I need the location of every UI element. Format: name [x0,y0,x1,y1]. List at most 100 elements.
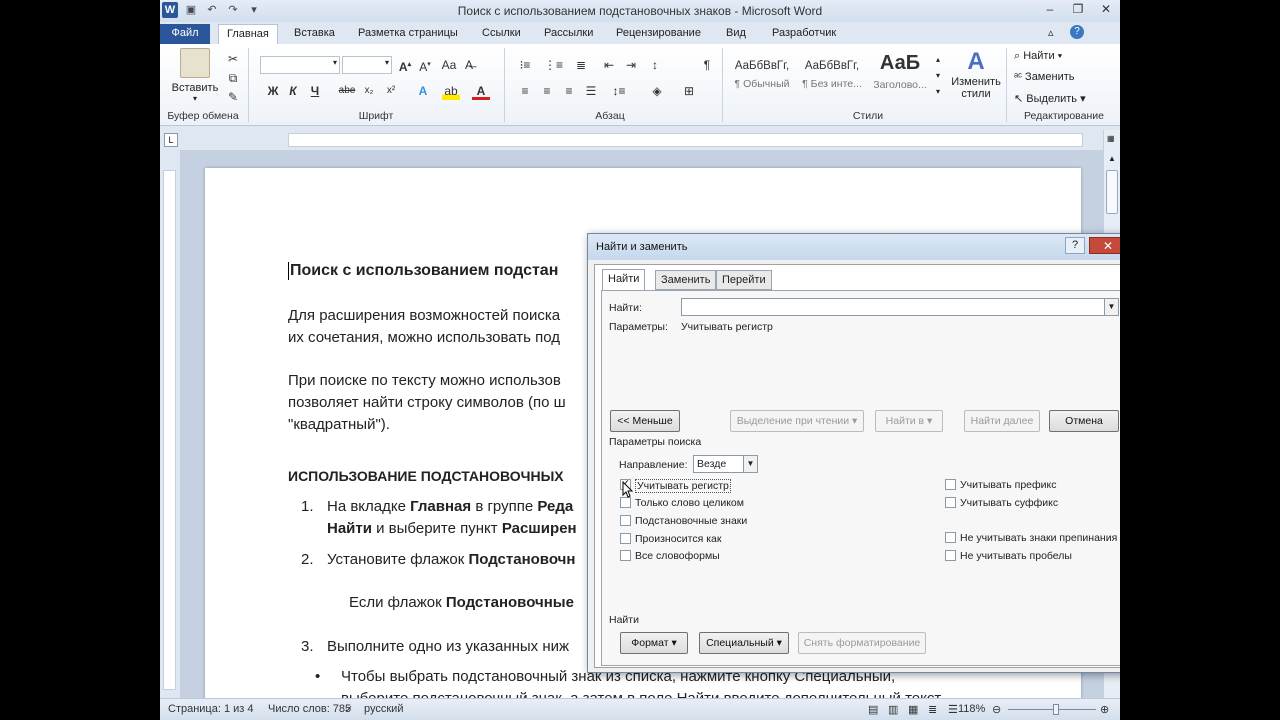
ignore-punctuation-checkbox[interactable] [945,532,956,543]
zoom-slider[interactable] [1008,709,1096,710]
less-button[interactable]: << Меньше [610,410,680,432]
word-count[interactable]: Число слов: 785 [268,703,351,715]
format-button[interactable]: Формат ▾ [620,632,688,654]
change-styles-button[interactable]: A Изменить стили [948,48,1004,100]
format-painter-icon[interactable]: ✎ [224,88,242,106]
highlight-color-icon[interactable]: ab [442,82,460,100]
font-color-icon[interactable]: A [472,82,490,100]
sounds-like-label[interactable]: Произносится как [635,533,721,545]
all-word-forms-checkbox[interactable] [620,550,631,561]
view-draft-icon[interactable]: ☰ [948,703,958,716]
underline-icon[interactable]: Ч [306,82,324,100]
shrink-font-icon[interactable]: A▾ [416,56,434,74]
horizontal-ruler[interactable]: L [160,130,1103,150]
minimize-ribbon-icon[interactable]: ▵ [1048,26,1054,39]
align-right-icon[interactable]: ≡ [560,82,578,100]
view-print-layout-icon[interactable]: ▤ [868,703,878,716]
bold-icon[interactable]: Ж [264,82,282,100]
tab-page-layout[interactable]: Разметка страницы [350,24,466,44]
dialog-tab-goto[interactable]: Перейти [716,270,772,290]
paste-button[interactable]: Вставить ▾ [170,48,220,103]
tab-file[interactable]: Файл [160,24,210,44]
special-button[interactable]: Специальный ▾ [699,632,789,654]
increase-indent-icon[interactable]: ⇥ [622,56,640,74]
zoom-slider-thumb[interactable] [1053,704,1059,715]
minimize-icon[interactable]: – [1036,0,1064,18]
cut-icon[interactable]: ✂ [224,50,242,68]
replace-button[interactable]: ᵃᶜ Заменить [1014,71,1074,83]
dialog-close-button[interactable]: ✕ [1089,237,1120,254]
font-size-combo[interactable]: ▾ [342,56,392,74]
reading-highlight-button[interactable]: Выделение при чтении ▾ [730,410,864,432]
wildcards-label[interactable]: Подстановочные знаки [635,515,747,527]
text-effects-icon[interactable]: A [414,82,432,100]
zoom-level[interactable]: 118% [958,703,985,715]
multilevel-list-icon[interactable]: ≣ [572,56,590,74]
dialog-title-bar[interactable]: Найти и заменить ? ✕ [588,234,1120,260]
clear-formatting-icon[interactable]: A̶ [460,56,478,74]
show-formatting-icon[interactable]: ¶ [698,56,716,74]
tab-home[interactable]: Главная [218,24,278,44]
dialog-tab-find[interactable]: Найти [602,269,646,291]
zoom-out-icon[interactable]: ⊖ [992,703,1001,716]
ignore-punctuation-label[interactable]: Не учитывать знаки препинания [960,532,1117,544]
tab-insert[interactable]: Вставка [286,24,343,44]
align-left-icon[interactable]: ≡ [516,82,534,100]
style-heading[interactable]: АаБ Заголово... [866,50,934,104]
proofing-icon[interactable]: ✓ [344,703,353,716]
close-window-icon[interactable]: ✕ [1092,0,1120,18]
help-icon[interactable]: ? [1070,25,1084,39]
direction-select[interactable]: Везде ▼ [693,455,758,473]
scroll-thumb[interactable] [1106,170,1118,214]
scroll-up-icon[interactable]: ▲ [1108,154,1116,163]
match-suffix-label[interactable]: Учитывать суффикс [960,497,1058,509]
wildcards-checkbox[interactable] [620,515,631,526]
subscript-icon[interactable]: x₂ [360,82,378,100]
tab-mailings[interactable]: Рассылки [536,24,601,44]
zoom-in-icon[interactable]: ⊕ [1100,703,1109,716]
style-no-spacing[interactable]: АаБбВвГг, ¶ Без инте... [798,50,866,104]
match-suffix-checkbox[interactable] [945,497,956,508]
line-spacing-icon[interactable]: ↕≡ [610,82,628,100]
tab-developer[interactable]: Разработчик [764,24,844,44]
font-name-combo[interactable]: ▾ [260,56,340,74]
match-prefix-label[interactable]: Учитывать префикс [960,479,1056,491]
no-formatting-button[interactable]: Снять форматирование [798,632,926,654]
italic-icon[interactable]: К [284,82,302,100]
justify-icon[interactable]: ☰ [582,82,600,100]
grow-font-icon[interactable]: A▴ [396,56,414,74]
find-next-button[interactable]: Найти далее [964,410,1040,432]
find-button[interactable]: ⌕ Найти ▾ [1014,50,1062,63]
select-button[interactable]: ↖ Выделить ▾ [1014,92,1086,105]
page-count[interactable]: Страница: 1 из 4 [168,703,254,715]
styles-scroll-icon[interactable]: ▴ ▾ ▾ [936,52,940,100]
dialog-tab-replace[interactable]: Заменить [655,270,717,290]
change-case-icon[interactable]: Aa [440,56,458,74]
view-outline-icon[interactable]: ≣ [928,703,937,716]
find-what-input[interactable]: ▼ [681,298,1119,316]
whole-word-label[interactable]: Только слово целиком [635,497,744,509]
all-word-forms-label[interactable]: Все словоформы [635,550,720,562]
restore-icon[interactable]: ❐ [1064,0,1092,18]
view-web-icon[interactable]: ▦ [908,703,918,716]
match-prefix-checkbox[interactable] [945,479,956,490]
sounds-like-checkbox[interactable] [620,533,631,544]
direction-dropdown-icon[interactable]: ▼ [743,456,757,472]
sort-icon[interactable]: ↕ [646,56,664,74]
numbering-icon[interactable]: ⋮≡ [544,56,563,74]
language[interactable]: русский [364,703,403,715]
find-in-button[interactable]: Найти в ▾ [875,410,943,432]
view-full-reading-icon[interactable]: ▥ [888,703,898,716]
tab-selector-icon[interactable]: L [164,133,178,147]
ignore-whitespace-checkbox[interactable] [945,550,956,561]
style-normal[interactable]: АаБбВвГг, ¶ Обычный [728,50,796,104]
shading-icon[interactable]: ◈ [648,82,666,100]
bullets-icon[interactable]: ⁝≡ [516,56,534,74]
decrease-indent-icon[interactable]: ⇤ [600,56,618,74]
copy-icon[interactable]: ⧉ [224,69,242,87]
ignore-whitespace-label[interactable]: Не учитывать пробелы [960,550,1072,562]
dialog-help-button[interactable]: ? [1065,237,1085,254]
cancel-button[interactable]: Отмена [1049,410,1119,432]
match-case-label[interactable]: Учитывать регистр [635,479,731,493]
superscript-icon[interactable]: x² [382,82,400,100]
